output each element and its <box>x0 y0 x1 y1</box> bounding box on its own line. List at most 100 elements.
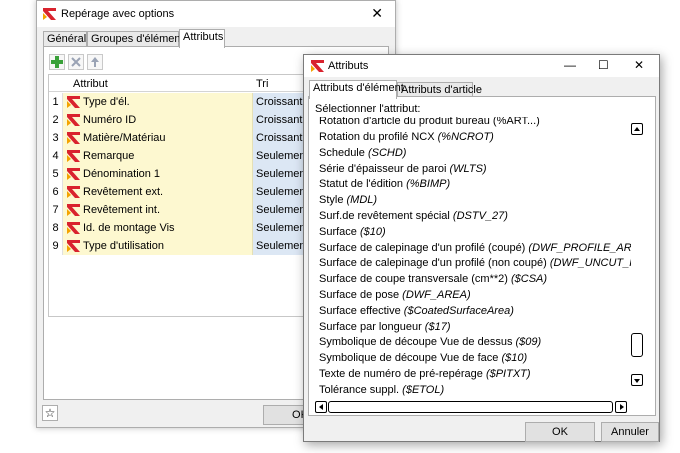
attributs-dialog: Attributs — ☐ ✕ Attributs d'élément Attr… <box>303 54 660 442</box>
attribute-icon <box>67 222 80 234</box>
list-item[interactable]: Série d'épaisseur de paroi (WLTS) <box>315 161 631 177</box>
attr-cancel-button[interactable]: Annuler <box>601 422 659 442</box>
attribute-icon <box>67 114 80 126</box>
scroll-left-button[interactable] <box>315 401 327 413</box>
delete-icon <box>71 57 81 67</box>
list-item[interactable]: Surface de pose (DWF_AREA) <box>315 287 631 303</box>
list-item[interactable]: Surf.de revêtement spécial (DSTV_27) <box>315 208 631 224</box>
attribute-cell[interactable]: Type d'él. <box>63 93 253 111</box>
attribute-icon <box>67 186 80 198</box>
attribute-label: Schedule <box>319 146 368 159</box>
attribute-name: Type d'él. <box>83 96 130 108</box>
attribute-label: Style <box>319 194 347 207</box>
attribute-name: Dénomination 1 <box>83 168 161 180</box>
main-dialog-title: Repérage avec options <box>61 8 175 20</box>
horizontal-scrollbar[interactable] <box>315 401 629 413</box>
attribute-code: ($17) <box>424 320 451 333</box>
list-item[interactable]: Tolérance suppl. ($ETOL) <box>315 382 631 397</box>
attribute-code: ($CSA) <box>510 273 548 286</box>
attr-dialog-title: Attributs <box>328 60 369 72</box>
attribute-label: Texte de numéro de pré-repérage <box>319 368 486 380</box>
attribute-cell[interactable]: Id. de montage Vis <box>63 219 253 237</box>
list-item[interactable]: Rotation d'article du produit bureau (%A… <box>315 117 631 129</box>
list-item[interactable]: Surface de coupe transversale (cm**2) ($… <box>315 271 631 287</box>
row-number: 6 <box>49 183 63 201</box>
attribute-code: (%BIMP) <box>406 178 451 191</box>
scroll-thumb[interactable] <box>631 333 643 357</box>
horizontal-scroll-thumb[interactable] <box>328 401 613 413</box>
attribute-cell[interactable]: Matière/Matériau <box>63 129 253 147</box>
attribute-cell[interactable]: Dénomination 1 <box>63 165 253 183</box>
attribute-label: Surface de calepinage d'un profilé (coup… <box>319 241 529 254</box>
vertical-scrollbar[interactable] <box>631 123 645 387</box>
maximize-button[interactable]: ☐ <box>598 58 609 72</box>
attribute-label: Surface de pose <box>319 289 403 301</box>
attr-close-button[interactable]: ✕ <box>634 58 644 72</box>
attribute-cell[interactable]: Numéro ID <box>63 111 253 129</box>
attribute-code: ($09) <box>515 336 542 349</box>
attribute-icon <box>67 168 80 180</box>
attribute-code: ($10) <box>501 352 528 365</box>
tab-groupes-elements[interactable]: Groupes d'éléments <box>87 31 189 47</box>
tab-general[interactable]: Général <box>43 31 87 47</box>
list-item[interactable]: Surface de calepinage d'un profilé (coup… <box>315 240 631 256</box>
row-number: 8 <box>49 219 63 237</box>
attribute-label: Surf.de revêtement spécial <box>319 210 453 222</box>
attribute-label: Rotation du profilé NCX <box>319 131 438 143</box>
attribute-label: Tolérance suppl. <box>319 383 403 396</box>
list-item[interactable]: Symbolique de découpe Vue de face ($10) <box>315 350 631 366</box>
move-up-button[interactable] <box>87 54 103 70</box>
list-item[interactable]: Surface ($10) <box>315 224 631 240</box>
list-item[interactable]: Surface de calepinage d'un profilé (non … <box>315 255 631 271</box>
attribute-code: (DWF_UNCUT_PROFILE_AREA) <box>549 257 631 270</box>
attribute-label: Série d'épaisseur de paroi <box>319 162 450 175</box>
list-item[interactable]: Schedule (SCHD) <box>315 145 631 161</box>
row-number: 2 <box>49 111 63 129</box>
tab-attributs-element[interactable]: Attributs d'élément <box>309 80 404 99</box>
attribute-name: Numéro ID <box>83 114 137 126</box>
attribute-cell[interactable]: Revêtement ext. <box>63 183 253 201</box>
attr-ok-button[interactable]: OK <box>525 422 595 442</box>
favorite-button[interactable]: ☆ <box>42 405 58 421</box>
list-item[interactable]: Statut de l'édition (%BIMP) <box>315 176 631 192</box>
attribute-code: (DWF_PROFILE_AREA) <box>528 241 631 254</box>
minimize-button[interactable]: — <box>564 58 576 72</box>
row-number: 5 <box>49 165 63 183</box>
row-number: 3 <box>49 129 63 147</box>
main-close-button[interactable]: ✕ <box>371 5 383 22</box>
list-item[interactable]: Surface par longueur ($17) <box>315 319 631 335</box>
attribute-code: (MDL) <box>346 194 378 207</box>
row-number: 9 <box>49 237 63 255</box>
list-item[interactable]: Style (MDL) <box>315 192 631 208</box>
delete-button[interactable] <box>68 54 84 70</box>
attribute-icon <box>67 150 80 162</box>
app-logo-icon <box>43 8 56 20</box>
attribute-code: (%NCROT) <box>437 131 494 143</box>
list-item[interactable]: Texte de numéro de pré-repérage ($PITXT) <box>315 366 631 382</box>
column-header-attribut[interactable]: Attribut <box>73 78 108 90</box>
attribute-list[interactable]: Rotation d'article du produit bureau (%A… <box>315 117 631 397</box>
attribute-code: ($10) <box>359 225 386 238</box>
add-icon <box>51 56 63 68</box>
scroll-down-button[interactable] <box>631 374 643 386</box>
add-button[interactable] <box>49 54 65 70</box>
main-titlebar: Repérage avec options ✕ <box>37 1 395 27</box>
select-attribute-label: Sélectionner l'attribut: <box>315 103 421 115</box>
attribute-name: Revêtement ext. <box>83 186 164 198</box>
attribute-name: Revêtement int. <box>83 204 161 216</box>
attribute-cell[interactable]: Type d'utilisation <box>63 237 253 255</box>
move-up-icon <box>91 57 99 67</box>
scroll-up-button[interactable] <box>631 123 643 135</box>
list-item[interactable]: Surface effective ($CoatedSurfaceArea) <box>315 303 631 319</box>
attribute-code: (DSTV_27) <box>452 210 508 222</box>
attribute-cell[interactable]: Remarque <box>63 147 253 165</box>
column-header-tri[interactable]: Tri <box>256 78 268 90</box>
attr-panel: Sélectionner l'attribut: Rotation d'arti… <box>308 96 656 416</box>
tab-attributs[interactable]: Attributs <box>179 29 225 48</box>
list-item[interactable]: Symbolique de découpe Vue de dessus ($09… <box>315 334 631 350</box>
attribute-cell[interactable]: Revêtement int. <box>63 201 253 219</box>
list-item[interactable]: Rotation du profilé NCX (%NCROT) <box>315 129 631 145</box>
scroll-right-button[interactable] <box>615 401 627 413</box>
attribute-code: (DWF_AREA) <box>402 289 471 301</box>
attribute-label: Surface <box>319 225 360 238</box>
